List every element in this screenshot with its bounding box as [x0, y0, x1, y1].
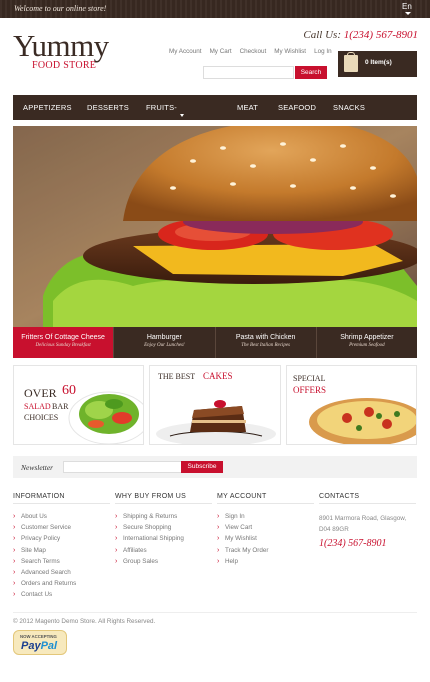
cart-count: 0 Item(s): [365, 59, 392, 66]
call-label: Call Us:: [303, 29, 341, 41]
banner-offers: OFFERS: [293, 385, 327, 395]
call-us: Call Us: 1(234) 567-8901: [303, 29, 418, 41]
logo[interactable]: Yummy: [13, 30, 109, 61]
link-checkout[interactable]: Checkout: [240, 48, 267, 55]
slide-subtitle: Premium Seafood: [349, 343, 385, 348]
footer-link-track-order[interactable]: Track My Order: [217, 545, 314, 556]
logo-subtitle: FOOD STORE: [32, 60, 97, 71]
banner-cakes: CAKES: [203, 371, 233, 381]
footer-link-about-us[interactable]: About Us: [13, 511, 110, 522]
banner-sixty: 60: [62, 383, 76, 398]
copyright: © 2012 Magento Demo Store. All Rights Re…: [13, 618, 156, 625]
nav-meat[interactable]: MEAT: [227, 95, 268, 120]
footer-divider: [13, 612, 417, 613]
footer-why-buy: WHY BUY FROM US Shipping & Returns Secur…: [115, 493, 212, 567]
paypal-caption: NOW ACCEPTING: [20, 634, 57, 639]
shopping-bag-icon: [344, 52, 358, 72]
footer-link-secure-shopping[interactable]: Secure Shopping: [115, 522, 212, 533]
slide-tab-shrimp[interactable]: Shrimp Appetizer Premium Seafood: [316, 327, 417, 358]
slide-tab-hamburger[interactable]: Hamburger Enjoy Our Lunches!: [114, 327, 216, 358]
banner-best-cakes[interactable]: THE BEST CAKES: [149, 365, 281, 445]
paypal-badge: NOW ACCEPTING PayPal: [13, 630, 67, 655]
hero-slide-image[interactable]: [13, 126, 417, 327]
slide-title: Shrimp Appetizer: [340, 334, 394, 341]
welcome-message: Welcome to our online store!: [14, 4, 107, 13]
footer-link-sign-in[interactable]: Sign In: [217, 511, 314, 522]
footer-link-affiliates[interactable]: Affiliates: [115, 545, 212, 556]
slide-tab-fritters[interactable]: Fritters Of Cottage Cheese Delicious Sun…: [13, 327, 115, 358]
footer-link-view-cart[interactable]: View Cart: [217, 522, 314, 533]
slider-tabs: Fritters Of Cottage Cheese Delicious Sun…: [13, 327, 417, 358]
banner-the-best: THE BEST: [158, 372, 196, 381]
footer-link-shipping-returns[interactable]: Shipping & Returns: [115, 511, 212, 522]
paypal-pay: Pay: [21, 640, 41, 652]
slide-subtitle: Enjoy Our Lunches!: [144, 343, 185, 348]
footer-link-help[interactable]: Help: [217, 556, 314, 567]
slide-title: Fritters Of Cottage Cheese: [21, 334, 105, 341]
nav-seafood[interactable]: SEAFOOD: [268, 95, 323, 120]
nav-snacks[interactable]: SNACKS: [323, 95, 375, 120]
account-links: My Account My Cart Checkout My Wishlist …: [169, 48, 332, 55]
contact-address: 8901 Marmora Road, Glasgow, D04 89GR: [319, 515, 407, 533]
newsletter-bar: Newsletter Subscribe: [13, 456, 417, 478]
footer-heading: MY ACCOUNT: [217, 493, 314, 504]
link-my-account[interactable]: My Account: [169, 48, 202, 55]
footer-information: INFORMATION About Us Customer Service Pr…: [13, 493, 110, 601]
slide-title: Hamburger: [146, 334, 182, 341]
banner-choices: CHOICES: [24, 413, 59, 422]
nav-desserts[interactable]: DESSERTS: [77, 95, 136, 120]
footer-link-group-sales[interactable]: Group Sales: [115, 556, 212, 567]
footer-link-my-wishlist[interactable]: My Wishlist: [217, 533, 314, 544]
header-phone: 1(234) 567-8901: [343, 29, 418, 41]
link-log-in[interactable]: Log In: [314, 48, 332, 55]
search-input[interactable]: [203, 66, 294, 79]
slide-title: Pasta with Chicken: [235, 334, 296, 341]
banner-over: OVER: [24, 386, 57, 400]
link-my-cart[interactable]: My Cart: [210, 48, 232, 55]
footer-link-contact-us[interactable]: Contact Us: [13, 589, 110, 600]
subscribe-button[interactable]: Subscribe: [181, 461, 223, 473]
search-button[interactable]: Search: [295, 66, 327, 79]
banner-special-offers[interactable]: SPECIAL OFFERS: [286, 365, 417, 445]
footer-link-customer-service[interactable]: Customer Service: [13, 522, 110, 533]
main-nav: APPETIZERS DESSERTS FRUITS-VEGETABLE MEA…: [13, 95, 417, 137]
banner-bar: BAR: [52, 402, 69, 411]
link-my-wishlist[interactable]: My Wishlist: [274, 48, 306, 55]
banner-salad: SALAD: [24, 402, 51, 411]
footer-link-advanced-search[interactable]: Advanced Search: [13, 567, 110, 578]
slide-subtitle: Delicious Sunday Breakfast: [35, 343, 91, 348]
paypal-logo: PayPal: [21, 640, 57, 652]
newsletter-email-input[interactable]: [63, 461, 189, 473]
slide-subtitle: The Best Italian Recipes: [241, 343, 290, 348]
contact-phone: 1(234) 567-8901: [319, 538, 387, 549]
cart-button[interactable]: 0 Item(s): [338, 51, 417, 77]
chevron-down-icon[interactable]: [405, 12, 411, 15]
footer-link-international-shipping[interactable]: International Shipping: [115, 533, 212, 544]
footer-link-search-terms[interactable]: Search Terms: [13, 556, 110, 567]
footer-contacts: CONTACTS 8901 Marmora Road, Glasgow, D04…: [319, 493, 417, 549]
footer-heading: CONTACTS: [319, 493, 416, 504]
footer-heading: INFORMATION: [13, 493, 110, 504]
banner-special: SPECIAL: [293, 374, 326, 383]
footer-link-privacy-policy[interactable]: Privacy Policy: [13, 533, 110, 544]
footer-link-orders-returns[interactable]: Orders and Returns: [13, 578, 110, 589]
language-selector[interactable]: En: [402, 2, 412, 11]
footer-link-site-map[interactable]: Site Map: [13, 545, 110, 556]
slide-tab-pasta[interactable]: Pasta with Chicken The Best Italian Reci…: [215, 327, 317, 358]
footer-my-account: MY ACCOUNT Sign In View Cart My Wishlist…: [217, 493, 314, 567]
newsletter-label: Newsletter: [21, 463, 54, 472]
hamburger-image: [13, 126, 417, 327]
nav-appetizers[interactable]: APPETIZERS: [13, 95, 77, 120]
banner-salad-bar[interactable]: OVER 60 SALAD BAR CHOICES: [13, 365, 144, 445]
paypal-pal: Pal: [40, 640, 58, 652]
nav-fruits-vegetable[interactable]: FRUITS-VEGETABLE: [136, 95, 227, 137]
footer-heading: WHY BUY FROM US: [115, 493, 212, 504]
